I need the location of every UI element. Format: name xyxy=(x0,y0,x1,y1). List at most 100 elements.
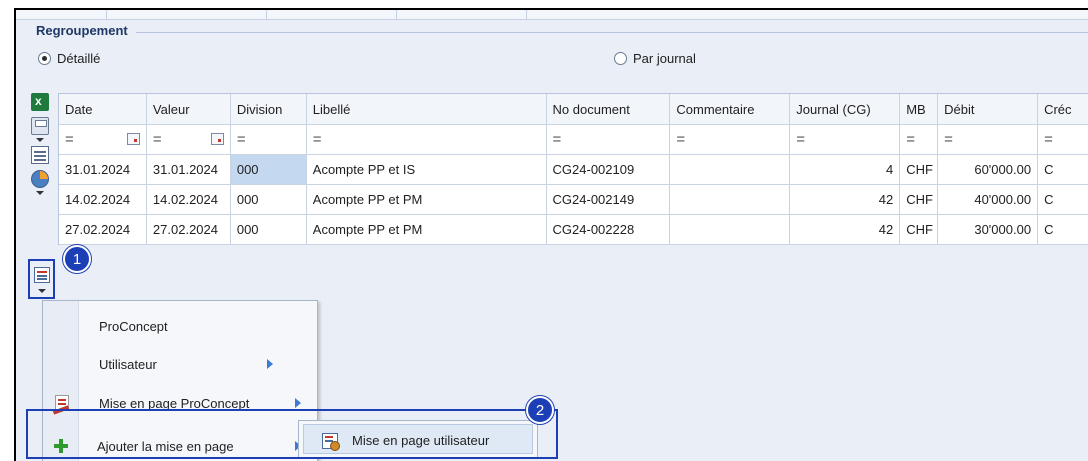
table-row[interactable]: 31.01.2024 31.01.2024 000 Acompte PP et … xyxy=(59,155,1088,185)
filter-operator: = xyxy=(552,131,562,148)
cell-no-document[interactable]: CG24-002228 xyxy=(546,215,671,245)
column-header-date[interactable]: Date xyxy=(59,94,147,125)
menu-item-proconcept[interactable]: ProConcept xyxy=(43,311,317,341)
filter-operator: = xyxy=(1044,131,1053,148)
filter-cell[interactable]: = xyxy=(546,125,671,155)
layout-menu-button[interactable] xyxy=(28,259,55,299)
cell-credit[interactable]: C xyxy=(1038,155,1088,185)
filter-cell[interactable]: = xyxy=(938,125,1039,155)
filter-cell[interactable]: = xyxy=(670,125,791,155)
main-panel: Regroupement Détaillé Par journal x Date… xyxy=(14,8,1088,461)
cell-no-document[interactable]: CG24-002149 xyxy=(546,185,671,215)
radio-detaille[interactable]: Détaillé xyxy=(38,51,100,66)
cell-mb[interactable]: CHF xyxy=(900,215,939,245)
cell-debit[interactable]: 60'000.00 xyxy=(938,155,1039,185)
filter-operator: = xyxy=(312,131,322,148)
excel-icon[interactable]: x xyxy=(31,93,49,111)
cell-division[interactable]: 000 xyxy=(230,215,307,245)
filter-cell[interactable]: = xyxy=(306,125,547,155)
grid-header-row: Date Valeur Division Libellé No document… xyxy=(59,94,1088,125)
group-title: Regroupement xyxy=(36,23,128,38)
journal-grid: Date Valeur Division Libellé No document… xyxy=(58,93,1088,245)
column-header-libelle[interactable]: Libellé xyxy=(306,94,547,125)
cell-credit[interactable]: C xyxy=(1038,185,1088,215)
cell-debit[interactable]: 40'000.00 xyxy=(938,185,1039,215)
filter-cell[interactable]: = xyxy=(146,125,231,155)
grid-toolbar: x xyxy=(28,93,52,199)
submenu-arrow-icon xyxy=(295,398,301,408)
save-layout-icon[interactable] xyxy=(31,117,49,135)
group-divider xyxy=(136,32,1088,33)
cell-mb[interactable]: CHF xyxy=(900,155,939,185)
cell-date[interactable]: 14.02.2024 xyxy=(59,185,147,215)
cell-journal[interactable]: 4 xyxy=(790,155,901,185)
cell-credit[interactable]: C xyxy=(1038,215,1088,245)
filter-operator: = xyxy=(906,131,915,148)
filter-operator: = xyxy=(944,131,953,148)
column-header-valeur[interactable]: Valeur xyxy=(146,94,231,125)
filter-cell[interactable]: = xyxy=(790,125,901,155)
cell-valeur[interactable]: 31.01.2024 xyxy=(146,155,231,185)
column-header-credit[interactable]: Créc xyxy=(1038,94,1088,125)
filter-cell[interactable]: = xyxy=(900,125,939,155)
filter-cell[interactable]: = xyxy=(230,125,307,155)
cell-debit[interactable]: 30'000.00 xyxy=(938,215,1039,245)
radio-label: Détaillé xyxy=(57,51,101,66)
filter-operator: = xyxy=(676,131,686,148)
tab-separator xyxy=(526,10,527,20)
tab-separator xyxy=(266,10,267,20)
table-row[interactable]: 14.02.2024 14.02.2024 000 Acompte PP et … xyxy=(59,185,1088,215)
cell-journal[interactable]: 42 xyxy=(790,185,901,215)
column-header-no-document[interactable]: No document xyxy=(546,94,671,125)
cell-commentaire[interactable] xyxy=(670,215,791,245)
tab-separator xyxy=(106,10,107,20)
list-view-icon[interactable] xyxy=(31,146,49,164)
cell-libelle[interactable]: Acompte PP et IS xyxy=(306,155,547,185)
column-header-debit[interactable]: Débit xyxy=(938,94,1039,125)
chevron-down-icon[interactable] xyxy=(36,138,44,142)
table-row[interactable]: 27.02.2024 27.02.2024 000 Acompte PP et … xyxy=(59,215,1088,245)
menu-item-label: Utilisateur xyxy=(99,356,157,372)
filter-cell[interactable]: = xyxy=(1038,125,1088,155)
cell-journal[interactable]: 42 xyxy=(790,215,901,245)
cell-division[interactable]: 000 xyxy=(230,155,307,185)
tab-separator xyxy=(396,10,397,20)
filter-operator: = xyxy=(236,131,246,148)
filter-operator: = xyxy=(152,131,162,148)
outside-area xyxy=(0,0,14,461)
highlight-box-step-2 xyxy=(26,409,558,459)
cell-mb[interactable]: CHF xyxy=(900,185,939,215)
cell-valeur[interactable]: 27.02.2024 xyxy=(146,215,231,245)
column-header-commentaire[interactable]: Commentaire xyxy=(670,94,791,125)
cell-valeur[interactable]: 14.02.2024 xyxy=(146,185,231,215)
filter-operator: = xyxy=(65,131,74,148)
chart-icon[interactable] xyxy=(31,170,49,188)
cell-commentaire[interactable] xyxy=(670,155,791,185)
column-header-journal[interactable]: Journal (CG) xyxy=(790,94,901,125)
radio-button-checked[interactable] xyxy=(38,52,51,65)
cell-libelle[interactable]: Acompte PP et PM xyxy=(306,215,547,245)
cell-division[interactable]: 000 xyxy=(230,185,307,215)
chevron-down-icon xyxy=(38,289,46,293)
cell-commentaire[interactable] xyxy=(670,185,791,215)
filter-operator: = xyxy=(796,131,806,148)
radio-button[interactable] xyxy=(614,52,627,65)
grid-filter-row: = = = = = = = = = = xyxy=(59,125,1088,155)
layout-icon xyxy=(34,267,50,283)
menu-item-label: ProConcept xyxy=(99,318,168,334)
chevron-down-icon[interactable] xyxy=(36,191,44,195)
cell-libelle[interactable]: Acompte PP et PM xyxy=(306,185,547,215)
column-header-division[interactable]: Division xyxy=(230,94,307,125)
radio-par-journal[interactable]: Par journal xyxy=(614,51,696,66)
submenu-arrow-icon xyxy=(267,359,273,369)
step-badge-1: 1 xyxy=(63,245,91,273)
cell-no-document[interactable]: CG24-002109 xyxy=(546,155,671,185)
radio-label: Par journal xyxy=(633,51,696,66)
filter-cell[interactable]: = xyxy=(59,125,147,155)
cell-date[interactable]: 31.01.2024 xyxy=(59,155,147,185)
cell-date[interactable]: 27.02.2024 xyxy=(59,215,147,245)
calendar-icon[interactable] xyxy=(210,133,224,145)
calendar-icon[interactable] xyxy=(126,133,140,145)
column-header-mb[interactable]: MB xyxy=(900,94,939,125)
menu-item-utilisateur[interactable]: Utilisateur xyxy=(43,349,317,379)
